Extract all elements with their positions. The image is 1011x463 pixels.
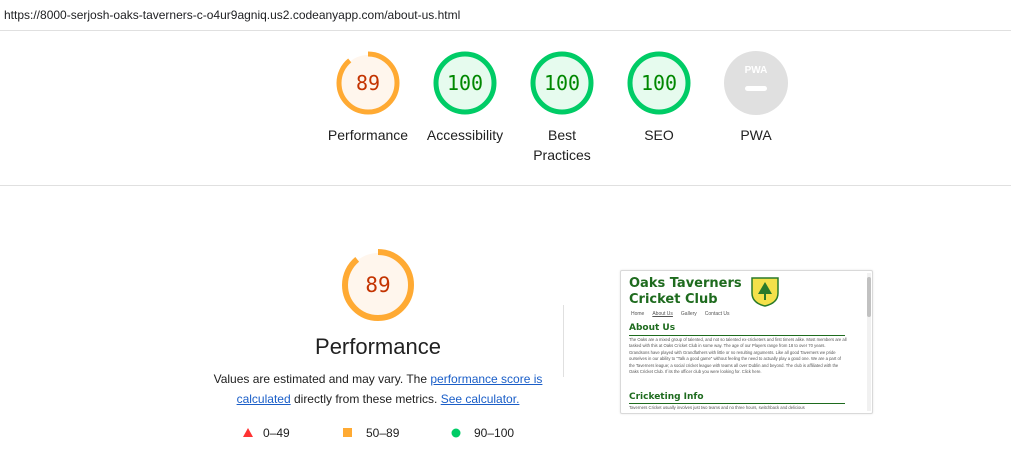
- performance-score: 89: [356, 71, 380, 95]
- category-gauges: 89 Performance 100 Accessibility 100 Bes…: [0, 50, 1011, 180]
- desc-mid: directly from these metrics.: [290, 392, 441, 406]
- thumb-heading-cricketing: Cricketing Info: [629, 392, 704, 402]
- gauge-performance[interactable]: 89 Performance: [318, 50, 418, 145]
- section-divider: [0, 185, 1011, 186]
- legend-fail: 0–49: [243, 426, 290, 440]
- thumb-rule-2: [629, 403, 845, 404]
- seo-score: 100: [641, 71, 677, 95]
- performance-main-gauge: 89: [342, 249, 414, 321]
- triangle-icon: [243, 428, 253, 437]
- best-practices-score: 100: [544, 71, 580, 95]
- thumb-rule-1: [629, 335, 845, 336]
- thumb-heading-about: About Us: [629, 323, 676, 333]
- thumb-nav-gallery: Gallery: [680, 311, 697, 317]
- square-icon: [343, 428, 352, 437]
- performance-gauge-ring: 89: [336, 51, 400, 115]
- legend-pass: 90–100: [451, 426, 514, 440]
- address-bar[interactable]: https://8000-serjosh-oaks-taverners-c-o4…: [0, 0, 1011, 31]
- pwa-label: PWA: [740, 127, 772, 143]
- thumb-nav-home: Home: [631, 311, 645, 317]
- thumb-title-line2: Cricket Club: [629, 292, 718, 307]
- thumb-footer-text: Taverners Cricket usually involves just …: [629, 405, 805, 410]
- thumb-scrollbar-thumb[interactable]: [867, 277, 871, 317]
- accessibility-score: 100: [447, 71, 483, 95]
- desc-prefix: Values are estimated and may vary. The: [213, 372, 431, 386]
- performance-description: Values are estimated and may vary. The p…: [200, 369, 556, 409]
- gauge-seo[interactable]: 100 SEO: [609, 50, 709, 145]
- thumb-nav: Home About Us Gallery Contact Us: [631, 311, 738, 317]
- thumb-nav-contact: Contact Us: [704, 311, 730, 317]
- legend-average-range: 50–89: [366, 426, 400, 440]
- main-performance-title: Performance: [315, 334, 441, 359]
- gauge-best-practices[interactable]: 100 Best Practices: [512, 50, 612, 165]
- pwa-badge-text: PWA: [745, 65, 768, 76]
- club-crest-icon: [751, 277, 779, 307]
- thumb-title-line1: Oaks Taverners: [629, 276, 742, 291]
- thumb-nav-about: About Us: [652, 311, 673, 317]
- gauge-pwa[interactable]: PWA PWA: [706, 50, 806, 145]
- seo-gauge-ring: 100: [627, 51, 691, 115]
- see-calculator-link[interactable]: See calculator.: [441, 392, 520, 406]
- accessibility-label: Accessibility: [426, 127, 504, 143]
- accessibility-gauge-ring: 100: [433, 51, 497, 115]
- thumb-scrollbar[interactable]: [867, 273, 871, 411]
- best-practices-gauge-ring: 100: [530, 51, 594, 115]
- circle-icon: [451, 428, 461, 438]
- performance-label: Performance: [327, 127, 409, 143]
- legend-average: 50–89: [343, 426, 399, 440]
- thumb-site-title: Oaks Taverners Cricket Club: [629, 276, 742, 308]
- legend-fail-range: 0–49: [263, 426, 290, 440]
- url-text: https://8000-serjosh-oaks-taverners-c-o4…: [4, 8, 461, 22]
- seo-label: SEO: [644, 127, 674, 143]
- gauge-accessibility[interactable]: 100 Accessibility: [415, 50, 515, 145]
- legend-pass-range: 90–100: [474, 426, 515, 440]
- vertical-separator: [563, 305, 564, 377]
- thumb-paragraph: The Oaks are a mixed group of talented, …: [629, 337, 847, 375]
- final-screenshot-thumbnail[interactable]: Oaks Taverners Cricket Club Home About Us…: [620, 270, 873, 414]
- best-practices-label: Best Practices: [533, 127, 591, 163]
- main-performance-score: 89: [365, 273, 390, 297]
- pwa-badge-icon: PWA: [724, 51, 788, 115]
